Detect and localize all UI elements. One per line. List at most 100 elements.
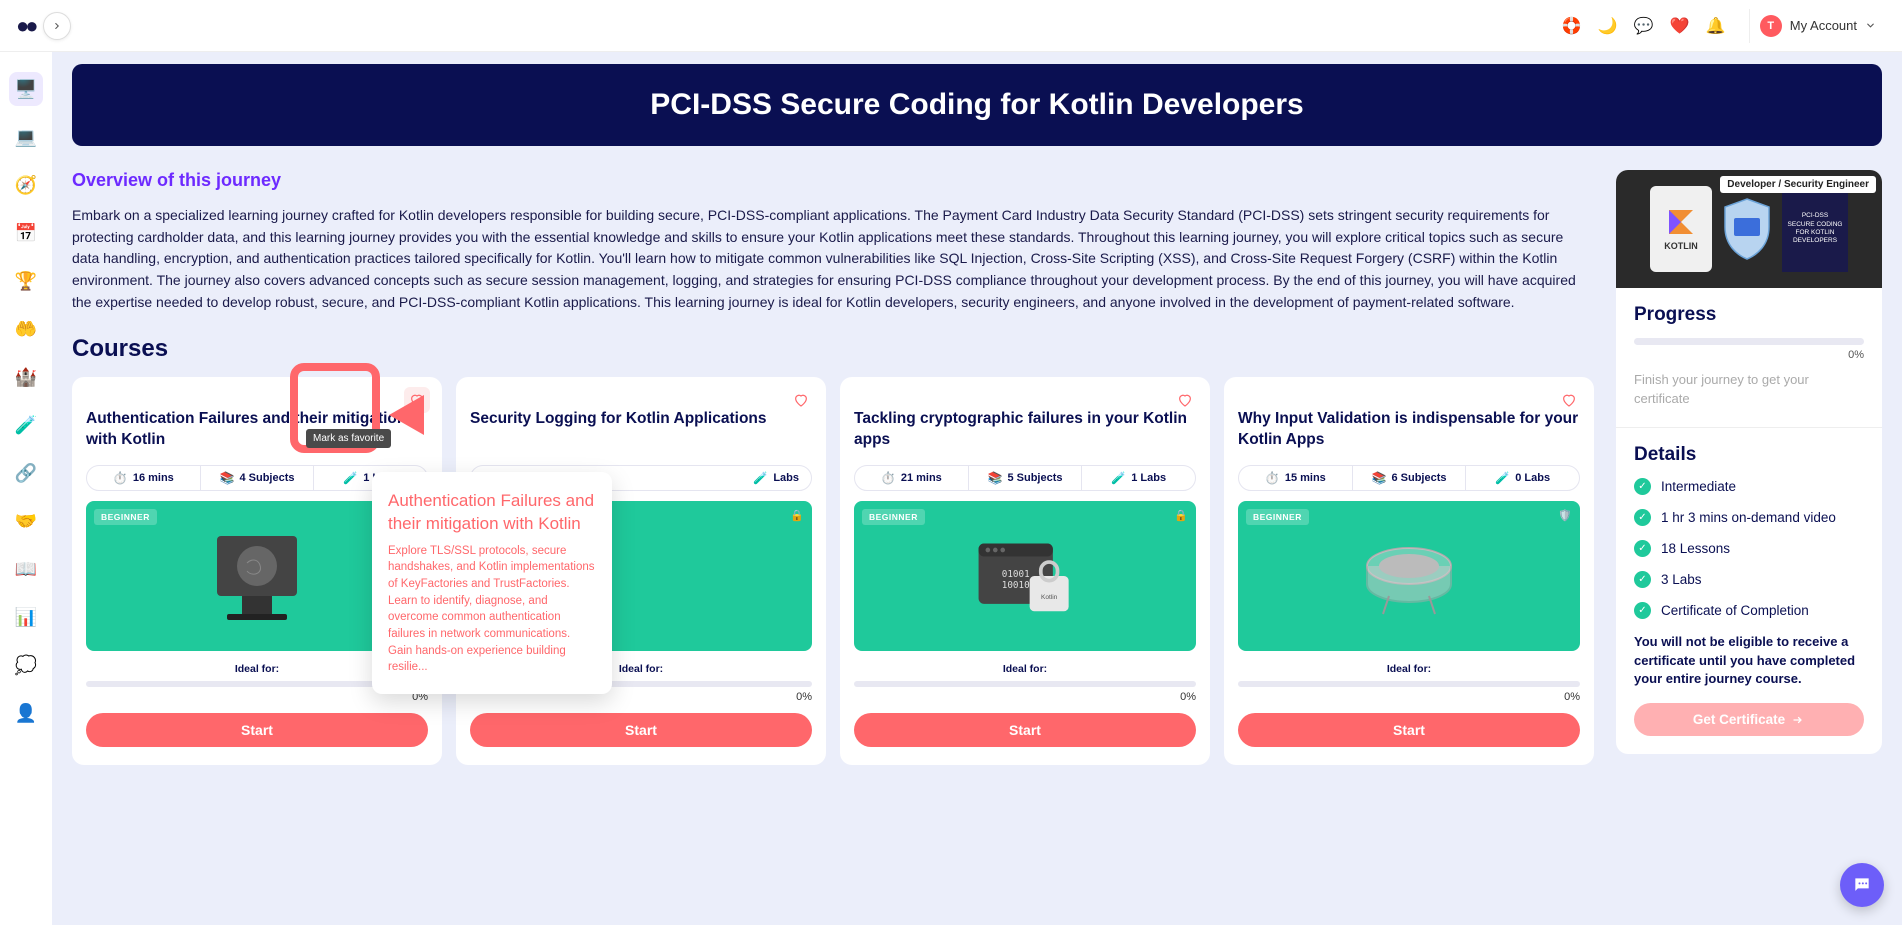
kotlin-logo-card: KOTLIN	[1650, 186, 1712, 272]
get-certificate-button[interactable]: Get Certificate	[1634, 703, 1864, 736]
course-title: Security Logging for Kotlin Applications	[470, 409, 812, 453]
detail-item: ✓1 hr 3 mins on-demand video	[1634, 509, 1864, 526]
svg-text:Kotlin: Kotlin	[1041, 595, 1058, 602]
stat-labs: 🧪Labs	[741, 466, 811, 490]
heart-icon[interactable]: ❤️	[1669, 15, 1691, 37]
favorite-button[interactable]	[788, 387, 814, 413]
progress-heading: Progress	[1634, 304, 1864, 326]
sidebar-item-lab[interactable]: 🧪	[9, 408, 43, 442]
heart-icon	[1177, 392, 1193, 408]
sidebar-item-hands[interactable]: 🤲	[9, 312, 43, 346]
detail-item: ✓Certificate of Completion	[1634, 602, 1864, 619]
course-thumbnail: BEGINNER 🛡️	[1238, 501, 1580, 651]
course-thumbnail: BEGINNER 🔒 0100110010 Kotlin	[854, 501, 1196, 651]
course-grid: Authentication Failures and their mitiga…	[72, 377, 1594, 765]
sidebar-item-user[interactable]: 👤	[9, 696, 43, 730]
sidebar-item-trophy[interactable]: 🏆	[9, 264, 43, 298]
avatar: T	[1760, 15, 1782, 37]
stat-subjects: 📚5 Subjects	[968, 466, 1082, 490]
hover-title: Authentication Failures and their mitiga…	[388, 490, 596, 534]
level-badge: BEGINNER	[1246, 509, 1309, 525]
favorite-button[interactable]	[1172, 387, 1198, 413]
stats-row: ⏱️15 mins 📚6 Subjects 🧪0 Labs	[1238, 465, 1580, 491]
chevron-down-icon	[1865, 20, 1876, 31]
start-button[interactable]: Start	[1238, 713, 1580, 747]
stat-subjects: 📚6 Subjects	[1352, 466, 1466, 490]
chat-widget-button[interactable]	[1840, 863, 1884, 907]
discord-icon[interactable]: 💬	[1633, 15, 1655, 37]
hover-body: Explore TLS/SSL protocols, secure handsh…	[388, 543, 596, 676]
check-icon: ✓	[1634, 509, 1651, 526]
expand-sidebar-button[interactable]	[43, 12, 71, 40]
check-icon: ✓	[1634, 571, 1651, 588]
bell-icon[interactable]: 🔔	[1705, 15, 1727, 37]
ideal-for: Ideal for:	[854, 663, 1196, 675]
lifebuoy-icon[interactable]: 🛟	[1561, 15, 1583, 37]
sidebar-item-laptop[interactable]: 💻	[9, 120, 43, 154]
start-button[interactable]: Start	[86, 713, 428, 747]
sidebar-item-compass[interactable]: 🧭	[9, 168, 43, 202]
arrow-right-icon	[1791, 714, 1805, 726]
account-label: My Account	[1790, 18, 1857, 33]
course-hover-popup: Authentication Failures and their mitiga…	[372, 472, 612, 694]
account-dropdown[interactable]: T My Account	[1749, 9, 1886, 43]
progress-percent: 0%	[854, 691, 1196, 703]
sidebar-item-castle[interactable]: 🏰	[9, 360, 43, 394]
course-title: Why Input Validation is indispensable fo…	[1238, 409, 1580, 453]
svg-text:10010: 10010	[1002, 581, 1030, 592]
left-sidebar: 🖥️ 💻 🧭 📅 🏆 🤲 🏰 🧪 🔗 🤝 📖 📊 💭 👤	[0, 52, 52, 925]
shield-icon: 🛡️	[1558, 509, 1572, 522]
sidebar-item-network[interactable]: 🔗	[9, 456, 43, 490]
thumbnail-art	[192, 521, 322, 631]
moon-icon[interactable]: 🌙	[1597, 15, 1619, 37]
course-card: Why Input Validation is indispensable fo…	[1224, 377, 1594, 765]
svg-text:01001: 01001	[1002, 569, 1030, 580]
heart-icon	[409, 392, 425, 408]
level-badge: BEGINNER	[862, 509, 925, 525]
role-badge: Developer / Security Engineer	[1720, 176, 1876, 193]
stat-subjects: 📚4 Subjects	[200, 466, 314, 490]
sidebar-item-book[interactable]: 📖	[9, 552, 43, 586]
pci-text-card: PCI-DSS SECURE CODING FOR KOTLIN DEVELOP…	[1782, 186, 1848, 272]
overview-heading: Overview of this journey	[72, 170, 1594, 191]
detail-item: ✓Intermediate	[1634, 478, 1864, 495]
logo-icon[interactable]: ●●	[16, 13, 35, 39]
sidebar-item-chat[interactable]: 💭	[9, 648, 43, 682]
chevron-right-icon	[52, 21, 62, 31]
progress-percent: 0%	[1238, 691, 1580, 703]
stats-row: ⏱️21 mins 📚5 Subjects 🧪1 Labs	[854, 465, 1196, 491]
stat-time: ⏱️21 mins	[855, 466, 968, 490]
start-button[interactable]: Start	[854, 713, 1196, 747]
check-icon: ✓	[1634, 540, 1651, 557]
stat-time: ⏱️16 mins	[87, 466, 200, 490]
sidebar-item-collab[interactable]: 🤝	[9, 504, 43, 538]
sidebar-item-calendar[interactable]: 📅	[9, 216, 43, 250]
stat-labs: 🧪1 Labs	[1081, 466, 1195, 490]
eligibility-note: You will not be eligible to receive a ce…	[1634, 633, 1864, 690]
page-title: PCI-DSS Secure Coding for Kotlin Develop…	[96, 88, 1858, 122]
sidebar-item-dashboard[interactable]: 🖥️	[9, 72, 43, 106]
divider	[1616, 427, 1882, 428]
sidebar-item-chart[interactable]: 📊	[9, 600, 43, 634]
progress-bar	[1238, 681, 1580, 687]
detail-item: ✓18 Lessons	[1634, 540, 1864, 557]
progress-percent: 0%	[86, 691, 428, 703]
course-title: Tackling cryptographic failures in your …	[854, 409, 1196, 453]
top-header: ●● 🛟 🌙 💬 ❤️ 🔔 T My Account	[0, 0, 1902, 52]
heart-icon	[793, 392, 809, 408]
favorite-button[interactable]	[404, 387, 430, 413]
main-content: PCI-DSS Secure Coding for Kotlin Develop…	[52, 52, 1902, 795]
favorite-button[interactable]	[1556, 387, 1582, 413]
thumbnail-art: 0100110010 Kotlin	[960, 521, 1090, 631]
lock-icon: 🔒	[790, 509, 804, 522]
start-button[interactable]: Start	[470, 713, 812, 747]
ideal-for: Ideal for:	[1238, 663, 1580, 675]
stat-labs: 🧪0 Labs	[1465, 466, 1579, 490]
stat-time: ⏱️15 mins	[1239, 466, 1352, 490]
check-icon: ✓	[1634, 478, 1651, 495]
progress-note: Finish your journey to get your certific…	[1634, 371, 1864, 409]
progress-bar	[854, 681, 1196, 687]
lock-icon: 🔒	[1174, 509, 1188, 522]
detail-item: ✓3 Labs	[1634, 571, 1864, 588]
chat-icon	[1852, 875, 1872, 895]
